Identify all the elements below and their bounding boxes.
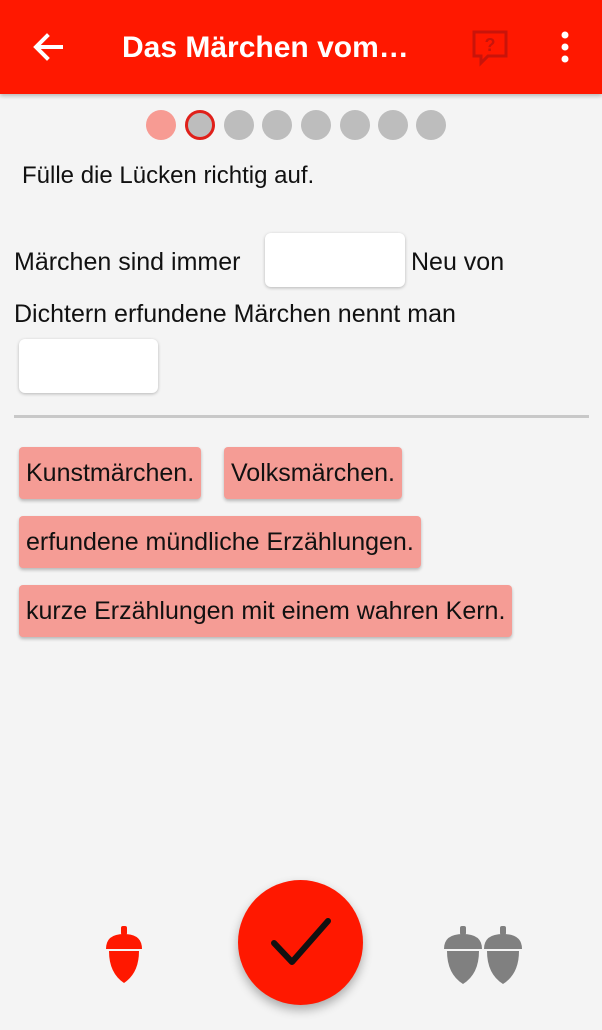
sentence-part-2: Neu von	[411, 248, 505, 276]
instruction-text: Fülle die Lücken richtig auf.	[22, 162, 315, 189]
progress-dot-3	[224, 110, 254, 140]
answer-blank-2[interactable]	[19, 339, 158, 393]
progress-dot-6	[340, 110, 370, 140]
progress-dot-8	[416, 110, 446, 140]
checkmark-icon	[271, 918, 331, 965]
progress-dot-2	[185, 110, 215, 140]
acorn-icon[interactable]	[100, 925, 148, 985]
progress-dot-5	[301, 110, 331, 140]
more-vertical-icon[interactable]	[550, 28, 580, 68]
sentence-part-3: Dichtern erfundene Märchen nennt man	[14, 300, 456, 328]
feedback-question-icon[interactable]: ?	[470, 28, 510, 68]
progress-dot-4	[262, 110, 292, 140]
svg-text:?: ?	[485, 35, 496, 55]
divider	[14, 415, 589, 418]
app-bar: Das Märchen vom… ?	[0, 0, 602, 94]
option-chip-volksmaerchen[interactable]: Volksmärchen.	[224, 447, 402, 499]
option-chip-kurze-erzaehlungen[interactable]: kurze Erzählungen mit einem wahren Kern.	[19, 585, 513, 637]
sentence-part-1: Märchen sind immer	[14, 248, 241, 276]
progress-dot-7	[378, 110, 408, 140]
page-title: Das Märchen vom…	[122, 31, 409, 64]
option-chip-kunstmaerchen[interactable]: Kunstmärchen.	[19, 447, 202, 499]
check-answer-button[interactable]	[238, 880, 363, 1005]
answer-blank-1[interactable]	[265, 233, 405, 287]
back-arrow-icon[interactable]	[28, 27, 68, 67]
double-acorn-icon[interactable]	[438, 924, 528, 986]
progress-dot-1	[146, 110, 176, 140]
option-chip-erfundene-erzaehlungen[interactable]: erfundene mündliche Erzählungen.	[19, 516, 421, 568]
